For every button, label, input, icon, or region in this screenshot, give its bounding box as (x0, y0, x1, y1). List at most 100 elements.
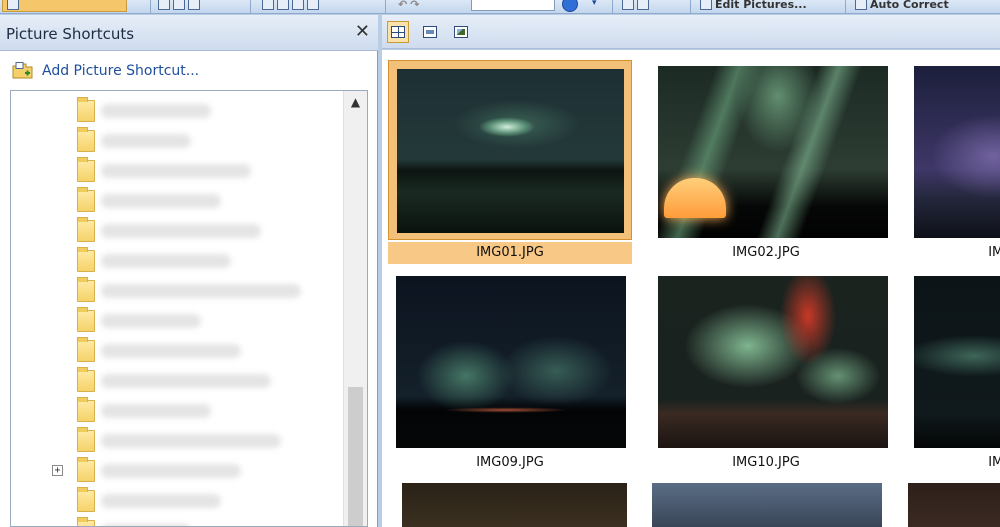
folder-icon (77, 517, 95, 526)
picture-shortcuts-pane: Picture Shortcuts ✕ Add Picture Shortcut… (0, 15, 378, 527)
folder-icon (77, 127, 95, 152)
filmstrip-view-icon (423, 26, 437, 38)
aurora-photo (658, 66, 888, 238)
thumbnail-frame (900, 270, 1000, 450)
thumbnail-item[interactable]: IMG11.JPG (894, 260, 1000, 472)
aurora-photo (397, 69, 624, 233)
aurora-photo (914, 276, 1000, 448)
tree-item[interactable] (11, 186, 341, 216)
folder-icon (77, 307, 95, 332)
edit-pictures-button[interactable]: Edit Pictures... (700, 0, 807, 12)
tree-item[interactable] (11, 516, 341, 526)
thumbnail-item[interactable]: IMG02.JPG (638, 50, 888, 262)
folder-icon (77, 457, 95, 482)
thumbnail-photo-partial[interactable] (652, 483, 882, 527)
refresh-icon (158, 0, 170, 10)
tree-item[interactable] (11, 96, 341, 126)
add-picture-shortcut-link[interactable]: Add Picture Shortcut... (12, 62, 199, 80)
aurora-photo (658, 276, 888, 448)
shortcuts-toolbar-button[interactable] (2, 0, 127, 12)
auto-correct-label: Auto Correct (870, 0, 949, 11)
folder-icon (77, 427, 95, 452)
expand-icon[interactable]: + (52, 465, 63, 476)
folder-add-icon (12, 62, 34, 80)
document-icon (277, 0, 289, 10)
email-icon (188, 0, 200, 10)
scrollbar-thumb[interactable] (348, 387, 363, 526)
folder-icon (77, 247, 95, 272)
pane-header: Picture Shortcuts ✕ (0, 15, 378, 51)
tree-item[interactable] (11, 276, 341, 306)
tree-item[interactable] (11, 306, 341, 336)
thumbnails-view-button[interactable] (387, 21, 409, 43)
single-picture-view-icon (454, 26, 468, 38)
tree-item[interactable] (11, 156, 341, 186)
tree-item[interactable] (11, 126, 341, 156)
folder-icon (77, 157, 95, 182)
toolbar-icon-group-2[interactable] (262, 0, 319, 12)
rotate-icon-group[interactable] (622, 0, 649, 12)
tree-item[interactable] (11, 396, 341, 426)
music-icon (262, 0, 274, 10)
thumbnail-caption: IMG11.JPG (988, 455, 1000, 470)
tree-item[interactable]: + (11, 456, 341, 486)
pane-title: Picture Shortcuts (6, 25, 135, 43)
tree-item[interactable] (11, 426, 341, 456)
tree-scrollbar[interactable]: ▲ (343, 91, 367, 526)
filmstrip-view-button[interactable] (419, 21, 441, 43)
tree-item[interactable] (11, 246, 341, 276)
toolbar-options-icon[interactable]: ▾ (592, 0, 604, 12)
folder-tree[interactable]: + ▲ (10, 90, 368, 527)
add-picture-shortcut-label: Add Picture Shortcut... (42, 63, 200, 79)
zoom-input[interactable] (471, 0, 555, 11)
help-icon[interactable] (562, 0, 578, 12)
tree-item[interactable] (11, 486, 341, 516)
thumbnail-frame (644, 60, 888, 240)
thumbnail-frame (900, 60, 1000, 240)
single-picture-view-button[interactable] (450, 21, 472, 43)
tree-item[interactable] (11, 336, 341, 366)
thumbnail-photo-partial[interactable] (402, 483, 627, 527)
thumbnail-item[interactable]: IMG03.JPG (894, 50, 1000, 262)
copy-icon (173, 0, 185, 10)
folder-icon (77, 187, 95, 212)
view-toolbar (382, 15, 1000, 49)
tree-item[interactable] (11, 216, 341, 246)
tree-item[interactable] (11, 366, 341, 396)
scissors-icon (307, 0, 319, 10)
thumbnail-item[interactable]: IMG10.JPG (638, 260, 888, 472)
auto-correct-button[interactable]: Auto Correct (855, 0, 949, 12)
thumbnail-item[interactable]: IMG01.JPG (382, 50, 632, 264)
undo-icon: ↶ (398, 0, 408, 11)
thumbnail-frame (644, 270, 888, 450)
picture-manager-window: ↶ ↷ ▾ Edit Pictures... Auto Correct Pictu… (0, 0, 1000, 527)
folder-icon (77, 217, 95, 242)
folder-icon (77, 337, 95, 362)
edit-pictures-label: Edit Pictures... (715, 0, 807, 11)
thumbnail-caption: IMG10.JPG (732, 455, 800, 470)
redo-icon: ↷ (410, 0, 420, 11)
aurora-photo (396, 276, 626, 448)
shortcuts-icon (7, 0, 19, 10)
thumbnail-caption: IMG09.JPG (476, 455, 544, 470)
rotate-right-icon (637, 0, 649, 10)
thumbnail-frame (388, 270, 632, 450)
thumbnail-grid: IMG01.JPG IMG02.JPG IMG03.JPG (382, 50, 1000, 527)
thumbnail-item[interactable]: IMG09.JPG (382, 260, 626, 472)
folder-icon (77, 397, 95, 422)
scroll-up-icon[interactable]: ▲ (344, 91, 367, 113)
close-icon[interactable]: ✕ (355, 23, 370, 41)
toolbar-icon-group[interactable] (158, 0, 200, 12)
folder-icon (77, 277, 95, 302)
edit-pictures-icon (700, 0, 712, 10)
folder-icon (77, 97, 95, 122)
undo-redo-group[interactable]: ↶ ↷ (398, 0, 419, 12)
page-icon (292, 0, 304, 10)
folder-icon (77, 487, 95, 512)
rotate-left-icon (622, 0, 634, 10)
night-photo (914, 66, 1000, 238)
thumbnails-pane: IMG01.JPG IMG02.JPG IMG03.JPG (382, 15, 1000, 527)
toolbar: ↶ ↷ ▾ Edit Pictures... Auto Correct (0, 0, 1000, 14)
folder-icon (77, 367, 95, 392)
thumbnail-photo-partial[interactable] (908, 483, 1000, 527)
